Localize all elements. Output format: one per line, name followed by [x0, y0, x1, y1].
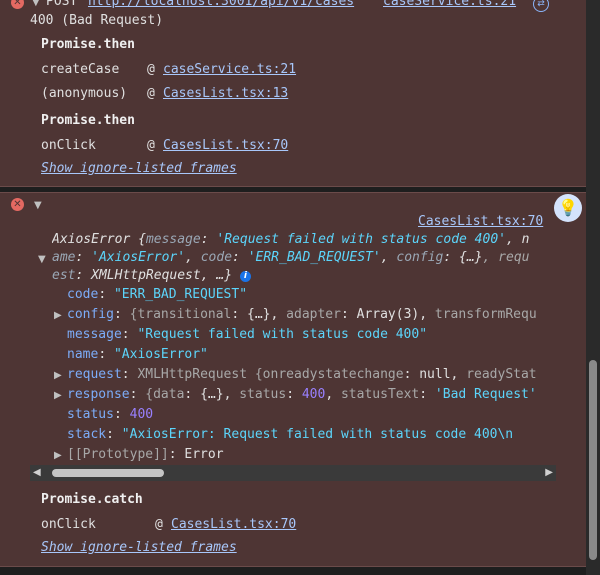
- prop-key: ame: [52, 250, 76, 265]
- truncated-text: , requ: [482, 250, 530, 265]
- expand-triangle-icon[interactable]: ▼: [34, 198, 42, 214]
- prop-value: {…}: [459, 250, 483, 265]
- prop-key: code: [200, 250, 233, 265]
- property-row: message: "Request failed with status cod…: [67, 327, 428, 342]
- prop-value: XMLHttpRequest: [91, 268, 201, 283]
- prop-key: config: [67, 307, 114, 322]
- error-circle-icon: ✕: [11, 198, 24, 211]
- show-ignore-listed-frames-link[interactable]: Show ignore-listed frames: [41, 540, 237, 556]
- network-icon[interactable]: ⇄: [533, 0, 549, 12]
- stack-frame-link[interactable]: CasesList.tsx:13: [163, 86, 288, 102]
- source-link[interactable]: caseService.ts:21: [383, 0, 516, 10]
- vertical-scrollbar[interactable]: [586, 0, 600, 575]
- prop-key: est: [52, 268, 76, 283]
- prop-value: Array(3): [356, 307, 420, 322]
- error-summary-line[interactable]: AxiosError {message: 'Request failed wit…: [52, 232, 556, 248]
- prop-key: response: [67, 387, 130, 402]
- prop-value: 'AxiosError': [91, 250, 186, 265]
- prop-value: 400: [301, 387, 326, 402]
- at-symbol: @: [147, 62, 155, 77]
- error-circle-icon: ✕: [11, 0, 24, 9]
- info-icon[interactable]: i: [239, 271, 251, 282]
- property-row[interactable]: [[Prototype]]: Error: [67, 447, 224, 463]
- property-row[interactable]: request: XMLHttpRequest {onreadystatecha…: [67, 367, 557, 383]
- stack-frame-function: onClick: [41, 517, 96, 532]
- at-symbol: @: [155, 517, 163, 532]
- property-row[interactable]: config: {transitional: {…}, adapter: Arr…: [67, 307, 557, 323]
- property-row: code: "ERR_BAD_REQUEST": [67, 287, 248, 302]
- prop-value: Error: [184, 447, 224, 462]
- prop-value: null: [419, 367, 451, 382]
- expand-triangle-icon[interactable]: ▶: [54, 308, 62, 324]
- expand-triangle-icon[interactable]: ▼: [38, 252, 46, 268]
- async-group-title: Promise.then: [41, 37, 135, 52]
- prop-value: "AxiosError": [113, 347, 208, 362]
- prop-key: name: [67, 347, 99, 362]
- prop-value: "Request failed with status code 400": [137, 327, 428, 342]
- prop-value: "AxiosError: Request failed with status …: [121, 427, 514, 442]
- prop-value: {…}: [200, 387, 224, 402]
- property-row[interactable]: response: {data: {…}, status: 400, statu…: [67, 387, 557, 403]
- prop-key: stack: [67, 427, 107, 442]
- scroll-left-arrow-icon[interactable]: ◀: [33, 467, 41, 478]
- property-row: status: 400: [67, 407, 154, 422]
- prop-key: transformRequ: [434, 307, 537, 322]
- prop-value: "ERR_BAD_REQUEST": [113, 287, 248, 302]
- at-symbol: @: [147, 138, 155, 153]
- prop-value: {data: [145, 387, 185, 402]
- prop-key: message: [145, 232, 201, 247]
- stack-frame-function: onClick: [41, 138, 96, 153]
- request-url-link[interactable]: http://localhost:3001/api/v1/cases: [88, 0, 354, 10]
- stack-frame-link[interactable]: CasesList.tsx:70: [163, 138, 288, 154]
- prop-key: readyStat: [466, 367, 537, 382]
- source-link[interactable]: CasesList.tsx:70: [418, 214, 543, 230]
- prop-value: {…}: [247, 307, 271, 322]
- prop-key: adapter: [286, 307, 341, 322]
- request-method: POST: [46, 0, 78, 9]
- prop-value: XMLHttpRequest {onreadystatechange: [137, 367, 404, 382]
- expand-triangle-icon[interactable]: ▶: [54, 388, 62, 404]
- brace: {: [138, 232, 146, 247]
- truncated-text: , …}: [200, 268, 233, 283]
- console-error-message-network: ✕ ▼ POST http://localhost:3001/api/v1/ca…: [0, 0, 586, 187]
- stack-frame-function: (anonymous): [41, 86, 128, 101]
- expand-triangle-icon[interactable]: ▶: [54, 368, 62, 384]
- object-class: AxiosError: [52, 232, 131, 247]
- prop-key: code: [67, 287, 99, 302]
- prop-key: config: [396, 250, 444, 265]
- prop-value: 'Request failed with status code 400': [216, 232, 506, 247]
- status-line: 400 (Bad Request): [30, 13, 164, 28]
- prop-value: 'Bad Request': [434, 387, 537, 402]
- prop-value: {transitional: [129, 307, 232, 322]
- stack-frame-link[interactable]: caseService.ts:21: [163, 62, 296, 78]
- stack-frame-link[interactable]: CasesList.tsx:70: [171, 517, 296, 533]
- truncated-text: , n: [505, 232, 530, 247]
- console-error-message-axios: ✕ ▼ CasesList.tsx:70 AxiosError {message…: [0, 192, 586, 567]
- prop-key: statusText: [340, 387, 420, 402]
- lightbulb-ai-icon[interactable]: 💡: [554, 194, 582, 222]
- property-row: name: "AxiosError": [67, 347, 208, 362]
- prop-key: message: [67, 327, 122, 342]
- async-group-title: Promise.then: [41, 113, 135, 128]
- scrollbar-thumb[interactable]: [589, 360, 597, 560]
- prop-key: status: [67, 407, 114, 422]
- scrollbar-thumb[interactable]: [52, 469, 164, 477]
- async-group-title: Promise.catch: [41, 492, 143, 507]
- prop-value: 'ERR_BAD_REQUEST': [247, 250, 381, 265]
- error-summary-line: est: XMLHttpRequest, …} i: [52, 268, 251, 284]
- show-ignore-listed-frames-link[interactable]: Show ignore-listed frames: [41, 161, 237, 177]
- prop-key: status: [239, 387, 287, 402]
- prop-key: [[Prototype]]: [67, 447, 169, 462]
- error-summary-line: ame: 'AxiosError', code: 'ERR_BAD_REQUES…: [52, 250, 530, 265]
- at-symbol: @: [147, 86, 155, 101]
- property-row: stack: "AxiosError: Request failed with …: [67, 427, 514, 442]
- expand-triangle-icon[interactable]: ▼: [32, 0, 40, 11]
- prop-key: request: [67, 367, 122, 382]
- expand-triangle-icon[interactable]: ▶: [54, 448, 62, 464]
- horizontal-scrollbar[interactable]: ◀ ▶: [30, 465, 556, 481]
- stack-frame-function: createCase: [41, 62, 120, 77]
- scroll-right-arrow-icon[interactable]: ▶: [545, 467, 553, 478]
- prop-value: 400: [129, 407, 154, 422]
